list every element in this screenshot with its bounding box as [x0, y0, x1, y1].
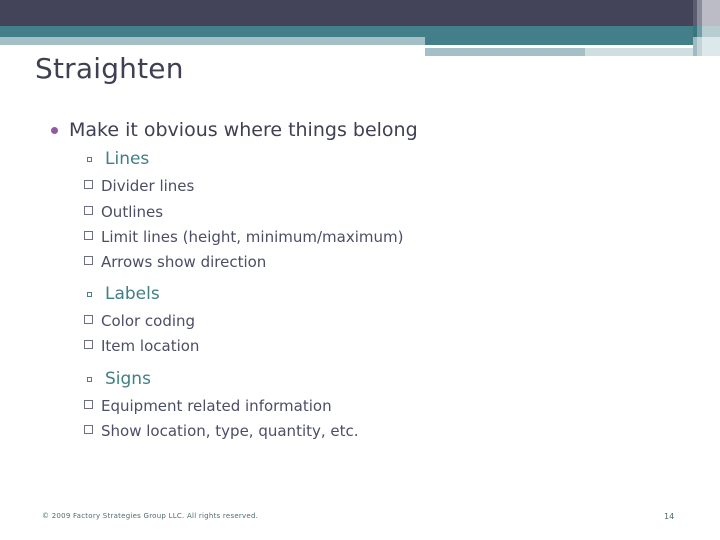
bullet-level-2-label: Labels [105, 284, 160, 305]
bullet-hollow-square-icon [84, 205, 93, 215]
header-pale-band-left [0, 37, 425, 45]
bullet-level-2-label: Signs [105, 368, 151, 389]
bullet-level-3: Item location [69, 334, 685, 359]
bullet-dot-icon [51, 127, 58, 134]
footer-page-number: 14 [664, 512, 675, 521]
bullet-list-level-3-labels: Color coding Item location [69, 309, 685, 359]
bullet-square-icon [87, 376, 92, 382]
bullet-list-level-3-lines: Divider lines Outlines Limit lines (heig… [69, 174, 685, 275]
bullet-level-3: Equipment related information [69, 394, 685, 419]
bullet-hollow-square-icon [84, 180, 93, 190]
bullet-list-level-2: Lines Divider lines Outlines Limit lines… [69, 148, 685, 444]
bullet-level-3: Arrows show direction [69, 250, 685, 275]
bullet-level-3-label: Divider lines [101, 177, 195, 196]
bullet-hollow-square-icon [84, 340, 93, 350]
bullet-level-3-label: Equipment related information [101, 396, 332, 415]
bullet-level-1: Make it obvious where things belong Line… [35, 118, 685, 444]
bullet-square-icon [87, 157, 92, 163]
bullet-level-3: Color coding [69, 309, 685, 334]
slide-title: Straighten [35, 52, 184, 85]
bullet-hollow-square-icon [84, 315, 93, 325]
bullet-hollow-square-icon [84, 230, 93, 240]
bullet-level-3-label: Item location [101, 337, 200, 356]
bullet-level-3: Show location, type, quantity, etc. [69, 419, 685, 444]
bullet-level-3-label: Color coding [101, 312, 196, 331]
bullet-level-3: Divider lines [69, 174, 685, 199]
header-accent-bar-pale-3 [702, 37, 720, 56]
slide-body: Make it obvious where things belong Line… [35, 118, 685, 452]
slide-header-decoration [0, 0, 720, 56]
bullet-level-2-lines: Lines [69, 148, 685, 170]
bullet-hollow-square-icon [84, 424, 93, 434]
bullet-list-level-3-signs: Equipment related information Show locat… [69, 394, 685, 444]
bullet-level-2-signs: Signs [69, 368, 685, 390]
bullet-level-3-label: Arrows show direction [101, 252, 267, 271]
bullet-level-1-label: Make it obvious where things belong [69, 119, 418, 141]
header-accent-bar-teal-3 [702, 26, 720, 37]
bullet-hollow-square-icon [84, 255, 93, 265]
header-pale-band-right [425, 48, 585, 56]
bullet-level-2-label: Lines [105, 149, 150, 170]
bullet-hollow-square-icon [84, 399, 93, 409]
footer-copyright: © 2009 Factory Strategies Group LLC. All… [42, 512, 259, 520]
header-teal-band [0, 26, 720, 37]
header-dark-band [0, 0, 720, 26]
bullet-level-3-label: Outlines [101, 202, 164, 221]
bullet-level-3: Limit lines (height, minimum/maximum) [69, 225, 685, 250]
bullet-list-level-1: Make it obvious where things belong Line… [35, 118, 685, 444]
header-teal-band-right [425, 37, 720, 45]
bullet-level-3-label: Limit lines (height, minimum/maximum) [101, 227, 404, 246]
bullet-level-3: Outlines [69, 200, 685, 225]
bullet-level-2-labels: Labels [69, 283, 685, 305]
bullet-square-icon [87, 292, 92, 298]
bullet-level-3-label: Show location, type, quantity, etc. [101, 421, 359, 440]
